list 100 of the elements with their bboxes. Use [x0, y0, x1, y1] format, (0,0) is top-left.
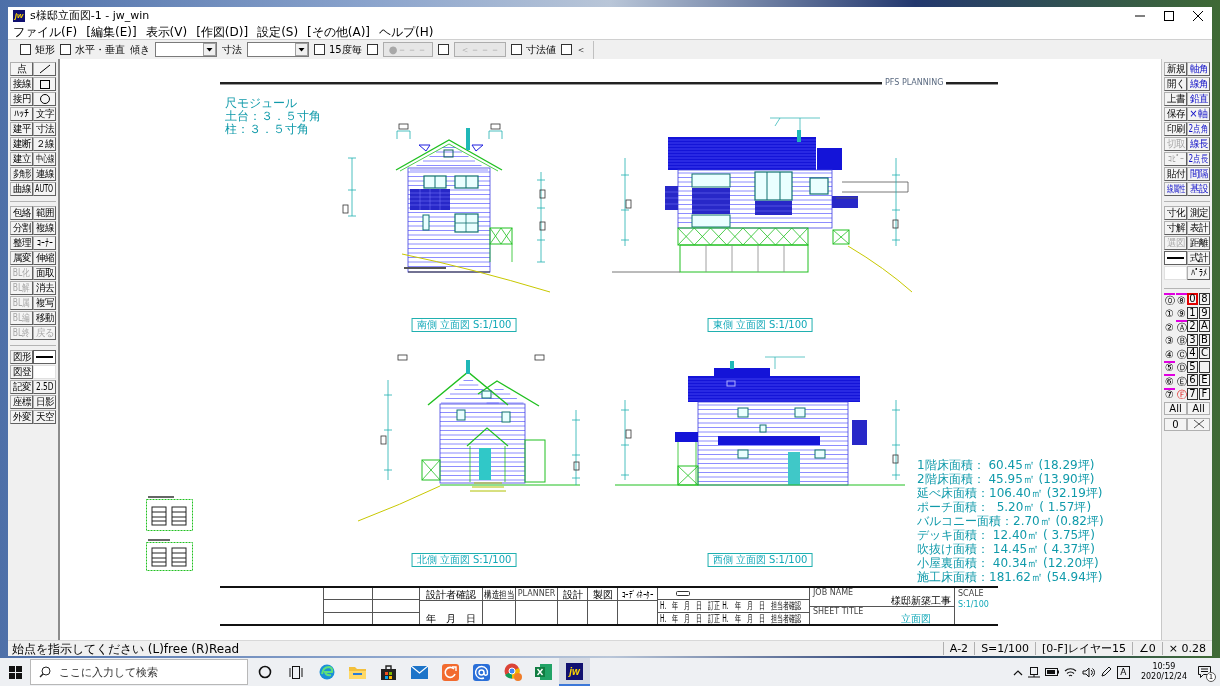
tool-button[interactable]: AUTO: [33, 182, 56, 196]
tool-button[interactable]: 包絡: [10, 206, 33, 220]
tool-button[interactable]: 間隔: [1187, 167, 1210, 181]
line-type-indicator[interactable]: [33, 350, 56, 364]
checkbox-label[interactable]: ＜: [576, 43, 587, 56]
layer-button[interactable]: ⓪: [1164, 293, 1175, 305]
tool-button[interactable]: 図登: [10, 365, 33, 379]
tool-button[interactable]: 寸解: [1164, 221, 1187, 235]
tool-button[interactable]: 式計: [1187, 251, 1210, 265]
dropdown-field[interactable]: [155, 42, 217, 57]
tool-button[interactable]: ２線: [33, 137, 56, 151]
tool-button[interactable]: 曲線: [10, 182, 33, 196]
checkbox[interactable]: [561, 44, 573, 55]
tool-button[interactable]: 文字: [33, 107, 56, 121]
layer-group-button[interactable]: 5: [1187, 360, 1198, 373]
clear-button[interactable]: [1187, 417, 1210, 431]
tool-button[interactable]: 鉛直: [1187, 92, 1210, 106]
layer-group-button[interactable]: [1199, 360, 1210, 373]
layer-group-button[interactable]: All: [1187, 402, 1210, 415]
drawing-canvas[interactable]: [58, 59, 1162, 640]
tool-button[interactable]: 複写: [33, 296, 56, 310]
layer-group-button[interactable]: 9: [1199, 306, 1210, 319]
tool-button[interactable]: 上書: [1164, 92, 1187, 106]
menu-item[interactable]: 設定(S): [257, 24, 299, 39]
chevron-up-icon[interactable]: [1012, 668, 1023, 676]
tool-button[interactable]: 点: [10, 62, 33, 76]
tool-button[interactable]: 接線: [10, 77, 33, 91]
layer-button[interactable]: ⑦: [1164, 387, 1175, 400]
tool-button[interactable]: ×軸: [1187, 107, 1210, 121]
line-tool-button[interactable]: [33, 62, 56, 76]
tool-button[interactable]: 移動: [33, 311, 56, 325]
tool-button[interactable]: ｺｰﾅｰ: [33, 236, 56, 250]
menu-item[interactable]: ファイル(F): [13, 24, 78, 39]
layer-button[interactable]: 0: [1164, 417, 1187, 431]
tool-button[interactable]: 記変: [10, 380, 33, 394]
layer-group-button[interactable]: 3: [1187, 333, 1198, 346]
dropdown-field[interactable]: [247, 42, 309, 57]
layer-button[interactable]: Ⓑ: [1176, 333, 1187, 346]
checkbox[interactable]: [438, 44, 450, 55]
tool-button[interactable]: 面取: [33, 266, 56, 280]
tool-button[interactable]: 寸法: [33, 122, 56, 136]
tool-button[interactable]: 寸化: [1164, 206, 1187, 220]
layer-button[interactable]: ⑨: [1176, 306, 1187, 319]
checkbox-label[interactable]: 矩形: [35, 43, 55, 56]
tool-button[interactable]: 2.5D: [33, 380, 56, 394]
tool-button[interactable]: 2点長: [1187, 152, 1210, 166]
tool-button[interactable]: 線角: [1187, 77, 1210, 91]
tool-button[interactable]: 天空: [33, 410, 56, 424]
checkbox[interactable]: [60, 44, 71, 55]
circle-tool-button[interactable]: [33, 92, 56, 106]
tool-button[interactable]: 図形: [10, 350, 33, 364]
layer-button[interactable]: Ⓔ: [1176, 374, 1187, 386]
layer-group-button[interactable]: 1: [1187, 306, 1198, 319]
checkbox[interactable]: [511, 44, 523, 55]
tool-button[interactable]: 属変: [10, 251, 33, 265]
layer-group-button[interactable]: E: [1199, 374, 1210, 386]
tool-button[interactable]: ﾊｯﾁ: [10, 107, 33, 121]
layer-group-button[interactable]: 2: [1187, 320, 1198, 332]
tool-button[interactable]: 表計: [1187, 221, 1210, 235]
tool-button[interactable]: 距離: [1187, 236, 1210, 250]
layer-button[interactable]: ①: [1164, 306, 1175, 319]
layer-group-button[interactable]: 6: [1187, 374, 1198, 386]
menu-item[interactable]: 表示(V): [145, 24, 188, 39]
layer-group-button[interactable]: C: [1199, 347, 1210, 359]
tool-button[interactable]: 線長: [1187, 137, 1210, 151]
tool-button[interactable]: 連線: [33, 167, 56, 181]
checkbox-label[interactable]: 寸法値: [526, 43, 557, 56]
layer-button[interactable]: ②: [1164, 320, 1175, 332]
tool-button[interactable]: 座標: [10, 395, 33, 409]
tool-button[interactable]: 伸縮: [33, 251, 56, 265]
tool-button[interactable]: 貼付: [1164, 167, 1187, 181]
tool-button[interactable]: 範囲: [33, 206, 56, 220]
layer-button[interactable]: All: [1164, 402, 1187, 415]
menu-item[interactable]: ヘルプ(H): [379, 24, 434, 39]
tool-button[interactable]: 建断: [10, 137, 33, 151]
pen-icon[interactable]: [1099, 666, 1112, 678]
tool-button[interactable]: 日影: [33, 395, 56, 409]
tool-button[interactable]: 整理: [10, 236, 33, 250]
ime-mode-indicator[interactable]: A: [1116, 665, 1130, 679]
tool-button[interactable]: 多角形: [10, 167, 33, 181]
menu-item[interactable]: [編集(E)]: [86, 24, 137, 39]
menu-item[interactable]: [作図(D)]: [196, 24, 249, 39]
taskbar-button[interactable]: jw: [559, 658, 590, 686]
checkbox-label[interactable]: 水平・垂直: [75, 43, 125, 56]
search-field[interactable]: ここに入力して検索: [30, 659, 248, 685]
device-icon[interactable]: [1027, 666, 1040, 678]
layer-group-button[interactable]: 8: [1199, 293, 1210, 305]
layer-button[interactable]: ③: [1164, 333, 1175, 346]
layer-group-button[interactable]: 4: [1187, 347, 1198, 359]
layer-button[interactable]: ④: [1164, 347, 1175, 359]
layer-group-button[interactable]: F: [1199, 387, 1210, 400]
tool-button[interactable]: 印刷: [1164, 122, 1187, 136]
tool-button[interactable]: 2点角: [1187, 122, 1210, 136]
checkbox[interactable]: [20, 44, 31, 55]
tool-button[interactable]: 測定: [1187, 206, 1210, 220]
tool-button[interactable]: 複線: [33, 221, 56, 235]
layer-group-button[interactable]: B: [1199, 333, 1210, 346]
clock-time[interactable]: 10:59: [1152, 662, 1176, 672]
line-type-indicator[interactable]: [1164, 251, 1187, 265]
tool-button[interactable]: 中心線: [33, 152, 56, 166]
